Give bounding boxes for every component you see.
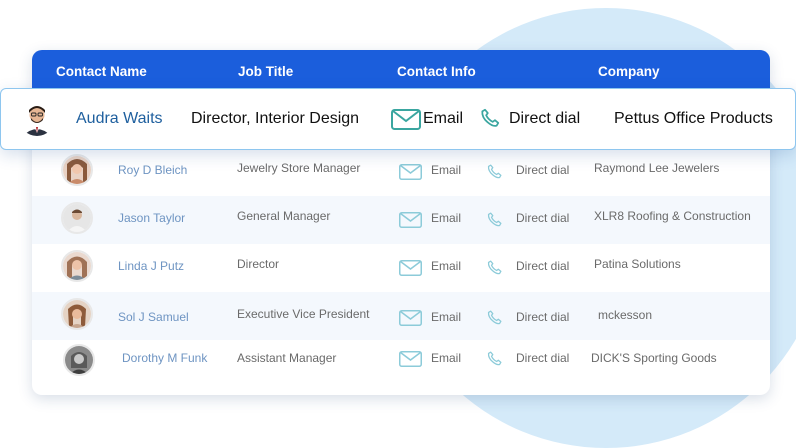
- table-row[interactable]: Jason Taylor General Manager Email Direc…: [32, 196, 770, 244]
- direct-dial-link[interactable]: Direct dial: [516, 259, 569, 273]
- phone-icon[interactable]: [486, 309, 503, 326]
- column-header-company[interactable]: Company: [598, 64, 660, 79]
- avatar: [19, 100, 55, 136]
- company-name: Raymond Lee Jewelers: [594, 161, 720, 175]
- avatar: [61, 250, 93, 282]
- envelope-icon[interactable]: [399, 310, 422, 326]
- job-title: Director: [237, 257, 280, 271]
- table-row[interactable]: Sol J Samuel Executive Vice President Em…: [32, 292, 770, 340]
- job-title: Assistant Manager: [237, 351, 337, 365]
- envelope-icon[interactable]: [399, 164, 422, 180]
- phone-icon[interactable]: [486, 350, 503, 367]
- table-row[interactable]: Roy D Bleich Jewelry Store Manager Email…: [32, 148, 770, 196]
- direct-dial-link[interactable]: Direct dial: [516, 211, 569, 225]
- contact-name[interactable]: Dorothy M Funk: [122, 351, 207, 365]
- phone-icon[interactable]: [479, 107, 501, 129]
- avatar: [61, 202, 93, 234]
- job-title: Jewelry Store Manager: [237, 161, 361, 175]
- envelope-icon[interactable]: [391, 109, 421, 130]
- table-row[interactable]: Dorothy M Funk Assistant Manager Email D…: [32, 340, 770, 388]
- featured-contact-name[interactable]: Audra Waits: [76, 110, 163, 128]
- email-link[interactable]: Email: [431, 211, 461, 225]
- email-link[interactable]: Email: [431, 310, 461, 324]
- job-title: General Manager: [237, 209, 331, 223]
- envelope-icon[interactable]: [399, 212, 422, 228]
- email-link[interactable]: Email: [431, 163, 461, 177]
- contact-name[interactable]: Sol J Samuel: [118, 310, 189, 324]
- featured-contact-row[interactable]: Audra Waits Director, Interior Design Em…: [0, 88, 796, 150]
- envelope-icon[interactable]: [399, 351, 422, 367]
- company-name: mckesson: [598, 308, 653, 322]
- table-header: Contact Name Job Title Contact Info Comp…: [32, 50, 770, 92]
- avatar: [61, 298, 93, 330]
- email-link[interactable]: Email: [431, 259, 461, 273]
- avatar: [61, 154, 93, 186]
- company-name: DICK'S Sporting Goods: [591, 351, 717, 365]
- company-name: XLR8 Roofing & Construction: [594, 209, 751, 223]
- featured-job-title: Director, Interior Design: [191, 110, 360, 127]
- column-header-contact-info[interactable]: Contact Info: [397, 64, 476, 79]
- table-body: Roy D Bleich Jewelry Store Manager Email…: [32, 148, 770, 388]
- phone-icon[interactable]: [486, 259, 503, 276]
- envelope-icon[interactable]: [399, 260, 422, 276]
- contact-name[interactable]: Linda J Putz: [118, 259, 184, 273]
- avatar: [63, 344, 95, 376]
- direct-dial-link[interactable]: Direct dial: [516, 351, 569, 365]
- phone-icon[interactable]: [486, 211, 503, 228]
- table-row[interactable]: Linda J Putz Director Email Direct dial …: [32, 244, 770, 292]
- company-name: Patina Solutions: [594, 257, 681, 271]
- featured-email-link[interactable]: Email: [423, 110, 463, 128]
- direct-dial-link[interactable]: Direct dial: [516, 310, 569, 324]
- email-link[interactable]: Email: [431, 351, 461, 365]
- direct-dial-link[interactable]: Direct dial: [516, 163, 569, 177]
- phone-icon[interactable]: [486, 163, 503, 180]
- featured-company-name: Pettus Office Products: [614, 110, 773, 127]
- column-header-job-title[interactable]: Job Title: [238, 64, 293, 79]
- featured-direct-dial-link[interactable]: Direct dial: [509, 110, 580, 128]
- job-title: Executive Vice President: [237, 307, 370, 321]
- contact-name[interactable]: Roy D Bleich: [118, 163, 187, 177]
- contact-name[interactable]: Jason Taylor: [118, 211, 185, 225]
- column-header-contact-name[interactable]: Contact Name: [56, 64, 147, 79]
